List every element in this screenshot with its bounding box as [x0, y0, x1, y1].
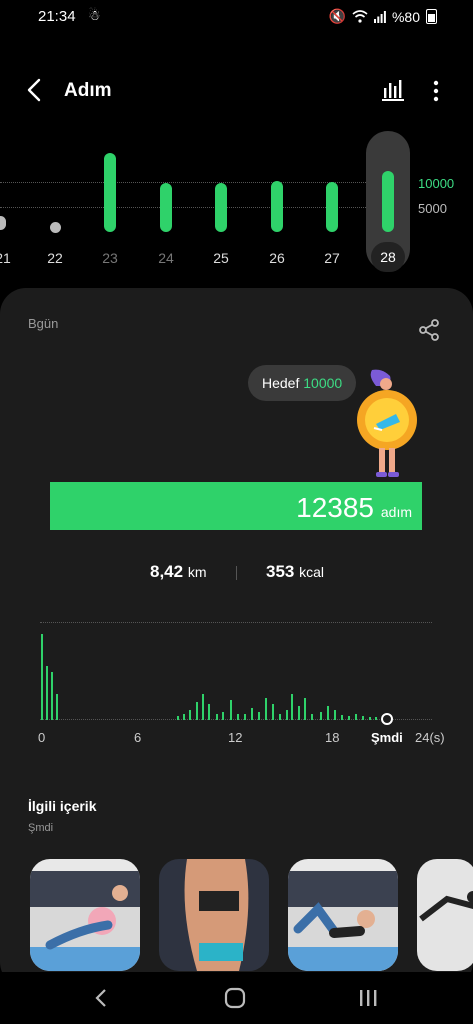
calories-value: 353: [266, 562, 295, 581]
day-label: Bgün: [28, 316, 59, 331]
day-label: 26: [269, 250, 285, 266]
related-video-2[interactable]: [159, 859, 269, 971]
selected-day-label[interactable]: 28: [371, 242, 405, 272]
goal-label: Hedef: [262, 375, 300, 391]
distance-value: 8,42: [150, 562, 184, 581]
day-bar-25[interactable]: [215, 183, 227, 232]
mascot-illustration: [357, 369, 417, 477]
day-label: 25: [213, 250, 229, 266]
current-time-marker: [381, 713, 393, 725]
nav-back-icon[interactable]: [94, 988, 108, 1008]
day-bar-21[interactable]: [0, 216, 6, 230]
related-video-1[interactable]: [30, 859, 140, 971]
day-bar-23[interactable]: [104, 153, 116, 232]
hour-tick: 6: [134, 730, 142, 745]
scale-5000: 5000: [418, 201, 447, 216]
day-label: 23: [102, 250, 118, 266]
day-bar-27[interactable]: [326, 182, 338, 232]
workout-thumbnail: [184, 859, 249, 971]
day-bar-22[interactable]: [50, 222, 61, 233]
calories: 353 kcal: [266, 562, 324, 582]
related-video-3[interactable]: [288, 859, 398, 971]
nav-home-icon[interactable]: [224, 987, 246, 1009]
step-unit: adım: [380, 504, 412, 520]
day-label: 27: [324, 250, 340, 266]
workout-thumbnail: [288, 871, 398, 971]
workout-thumbnail: [30, 871, 140, 971]
hour-tick: 0: [38, 730, 46, 745]
divider: [236, 566, 237, 580]
related-content-title: İlgili içerik: [28, 798, 97, 814]
day-bar-24[interactable]: [160, 183, 172, 232]
share-icon[interactable]: [418, 318, 440, 342]
related-video-4[interactable]: [417, 859, 473, 971]
day-label: 21: [0, 250, 11, 266]
half-line: [0, 207, 366, 208]
related-content-subtitle: Şmdi: [28, 822, 54, 834]
distance: 8,42 km: [150, 562, 207, 582]
distance-unit: km: [187, 564, 207, 580]
system-nav-bar: [0, 972, 473, 1024]
end-hour-label: 24(s): [415, 730, 445, 745]
day-bar-26[interactable]: [271, 181, 283, 232]
step-count: 12385: [296, 492, 374, 523]
hour-tick: 12: [228, 730, 243, 745]
goal-value: 10000: [303, 375, 343, 391]
goal-bubble: Hedef 10000: [248, 365, 357, 401]
day-bar-28[interactable]: [382, 171, 394, 232]
day-label: 24: [158, 250, 174, 266]
day-label: 22: [47, 250, 63, 266]
now-label: Şmdi: [371, 730, 403, 745]
goal-line: [0, 182, 366, 183]
weekly-step-chart[interactable]: 10000 5000 21 22 23 24 25 26 27 28: [0, 0, 473, 280]
scale-10000: 10000: [418, 176, 455, 191]
hour-tick: 18: [325, 730, 340, 745]
step-progress-bar: 12385 adım: [50, 482, 422, 530]
workout-thumbnail: [419, 891, 473, 922]
nav-recents-icon[interactable]: [358, 988, 378, 1008]
calories-unit: kcal: [299, 564, 325, 580]
